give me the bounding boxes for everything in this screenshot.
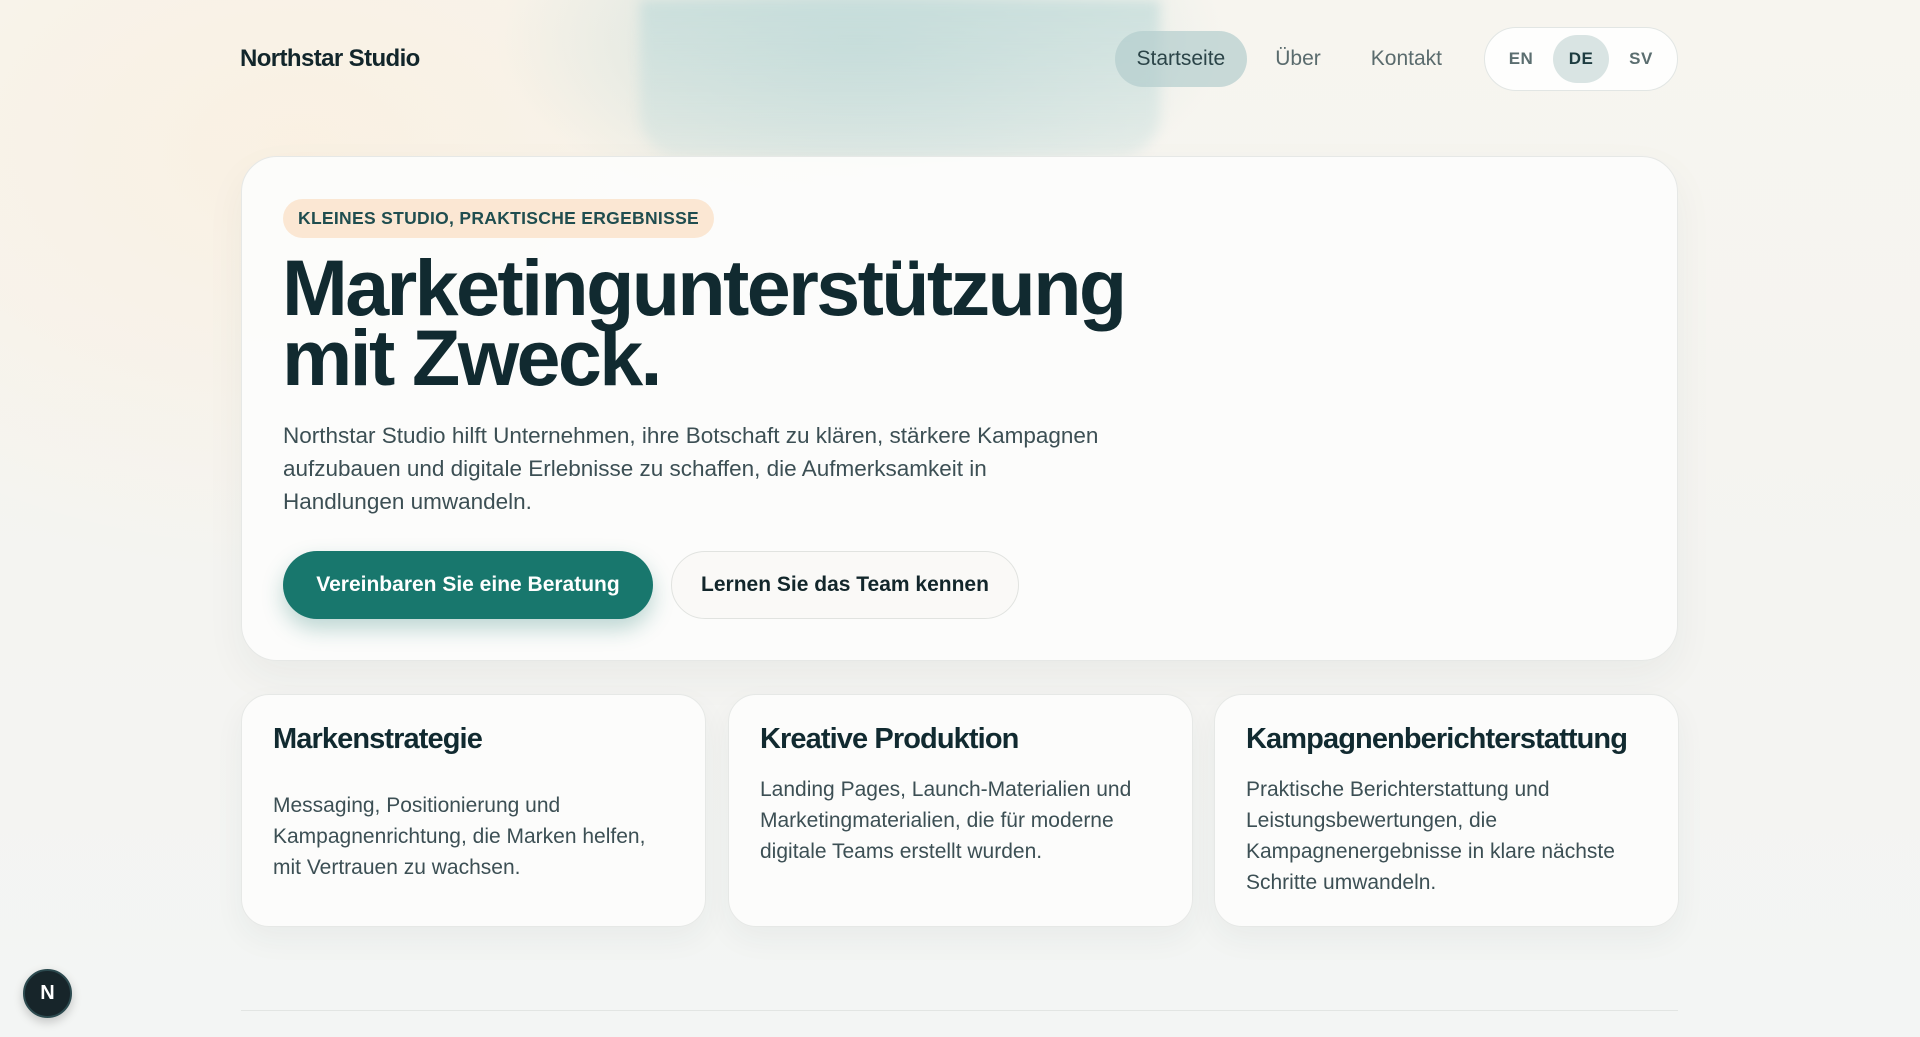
nav-item-kontakt[interactable]: Kontakt bbox=[1349, 31, 1464, 87]
service-card-text: Messaging, Positionierung und Kampagnenr… bbox=[273, 794, 646, 879]
service-card-brand-strategy: Markenstrategie Messaging, Positionierun… bbox=[241, 694, 706, 927]
nav-item-startseite[interactable]: Startseite bbox=[1114, 31, 1248, 87]
service-card-creative-production: Kreative Produktion Landing Pages, Launc… bbox=[728, 694, 1193, 927]
service-card-text: Praktische Berichterstattung und Leistun… bbox=[1246, 778, 1615, 894]
hero-description: Northstar Studio hilft Unternehmen, ihre… bbox=[283, 423, 1099, 514]
service-card-campaign-reporting: Kampagnenberichterstattung Praktische Be… bbox=[1214, 694, 1679, 927]
hero-title-line-2: mit Zweck. bbox=[282, 313, 663, 402]
nav-item-ueber[interactable]: Über bbox=[1253, 31, 1343, 87]
brand-logo[interactable]: Northstar Studio bbox=[240, 45, 420, 73]
dev-tools-badge[interactable]: N bbox=[23, 969, 72, 1018]
service-card-title: Markenstrategie bbox=[273, 723, 483, 755]
hero-badge: KLEINES STUDIO, PRAKTISCHE ERGEBNISSE bbox=[283, 199, 715, 238]
hero-title: Marketingunterstützung mit Zweck. bbox=[282, 248, 1282, 397]
dev-tools-n-icon: N bbox=[40, 982, 55, 1004]
service-card-title: Kampagnenberichterstattung bbox=[1246, 723, 1628, 755]
language-switcher: EN DE SV bbox=[1484, 27, 1678, 91]
meet-team-button[interactable]: Lernen Sie das Team kennen bbox=[671, 551, 1019, 619]
language-sv-button[interactable]: SV bbox=[1613, 35, 1669, 83]
service-card-title: Kreative Produktion bbox=[760, 723, 1019, 755]
hero-card: KLEINES STUDIO, PRAKTISCHE ERGEBNISSE Ma… bbox=[241, 156, 1678, 661]
book-consultation-button[interactable]: Vereinbaren Sie eine Beratung bbox=[283, 551, 653, 619]
site-header: Northstar Studio Startseite Über Kontakt… bbox=[240, 24, 1678, 94]
section-divider bbox=[241, 1010, 1678, 1011]
language-de-button[interactable]: DE bbox=[1553, 35, 1609, 83]
main-nav: Startseite Über Kontakt EN DE SV bbox=[1114, 27, 1678, 91]
language-en-button[interactable]: EN bbox=[1493, 35, 1549, 83]
service-card-text: Landing Pages, Launch-Materialien und Ma… bbox=[760, 778, 1132, 863]
